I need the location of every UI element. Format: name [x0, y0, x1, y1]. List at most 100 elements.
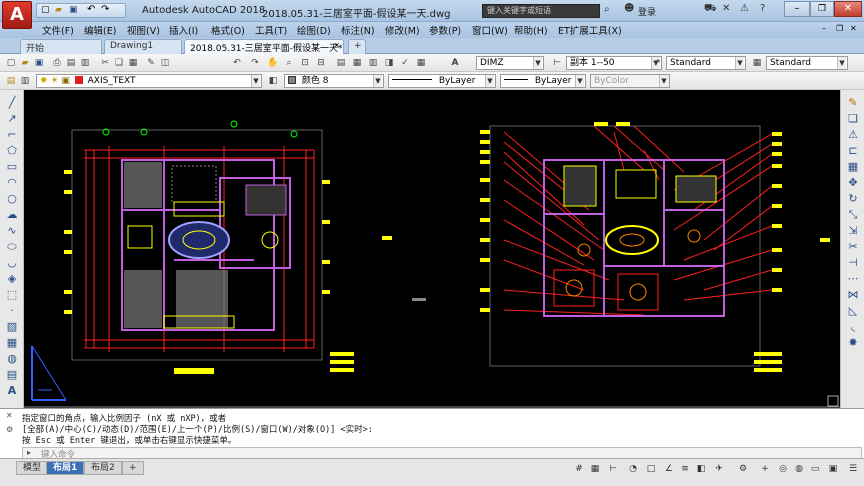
clean-screen-icon[interactable]: ▣ [826, 463, 840, 476]
restore-doc-icon[interactable]: – [822, 24, 826, 33]
block-editor-icon[interactable]: ◫ [158, 56, 172, 70]
publish-icon[interactable]: ▥ [78, 56, 92, 70]
customize-command-icon[interactable]: ⚙ [6, 425, 13, 434]
design-center-icon[interactable]: ▦ [350, 56, 364, 70]
save-icon[interactable]: ▣ [69, 5, 78, 15]
table-icon[interactable]: ▤ [5, 368, 19, 382]
ellipse-icon[interactable]: ⬭ [5, 240, 19, 254]
preview-icon[interactable]: ▤ [64, 56, 78, 70]
close-doc-icon[interactable]: ✕ [850, 24, 857, 33]
markup-icon[interactable]: ✓ [398, 56, 412, 70]
units-icon[interactable]: ◎ [776, 463, 790, 476]
menu-insert[interactable]: 插入(I) [169, 23, 198, 37]
dimstyle-icon[interactable]: ⊢ [550, 56, 564, 70]
stretch-icon[interactable]: ⇲ [846, 224, 860, 238]
otrack-icon[interactable]: ∠ [662, 463, 676, 476]
copy-object-icon[interactable]: ❏ [846, 112, 860, 126]
new-file-icon[interactable]: ▢ [41, 5, 50, 15]
drawing-canvas[interactable] [24, 90, 840, 408]
ellipse-arc-icon[interactable]: ◡ [5, 256, 19, 270]
open-file-icon[interactable]: ▰ [55, 5, 62, 15]
grid-icon[interactable]: # [572, 463, 586, 476]
trim-icon[interactable]: ✂ [846, 240, 860, 254]
table-style-icon[interactable]: ▦ [750, 56, 764, 70]
match-properties-icon[interactable]: ✎ [144, 56, 158, 70]
exchange-icon[interactable]: ✕ [722, 3, 730, 14]
paste-icon[interactable]: ▦ [126, 56, 140, 70]
point-icon[interactable]: · [5, 304, 19, 318]
lineweight-combo[interactable]: ByLayer ▼ [500, 74, 586, 88]
save-icon[interactable]: ▣ [32, 56, 46, 70]
extend-icon[interactable]: ⊣ [846, 256, 860, 270]
annotation-monitor-icon[interactable]: + [758, 463, 772, 476]
menu-express-tools[interactable]: ET扩展工具(X) [558, 23, 622, 37]
close-tab-icon[interactable]: ✕ [333, 41, 340, 50]
explode-icon[interactable]: ✸ [846, 336, 860, 350]
tool-palettes-icon[interactable]: ▥ [366, 56, 380, 70]
isolate-icon[interactable]: ◍ [792, 463, 806, 476]
circle-icon[interactable]: ○ [5, 192, 19, 206]
menu-parameter[interactable]: 参数(P) [429, 23, 461, 37]
tab-layout2[interactable]: 布局2 [84, 461, 122, 475]
autocad-logo-icon[interactable]: A [2, 1, 32, 29]
construction-line-icon[interactable]: ↗ [5, 112, 19, 126]
color-combo[interactable]: 颜色 8 ▼ [284, 74, 384, 88]
search-icon[interactable]: ⌕ [604, 4, 610, 15]
tab-model[interactable]: 模型 [16, 461, 49, 475]
offset-icon[interactable]: ⊏ [846, 144, 860, 158]
menu-format[interactable]: 格式(O) [211, 23, 245, 37]
fillet-icon[interactable]: ◟ [846, 320, 860, 334]
open-icon[interactable]: ▰ [18, 56, 32, 70]
user-icon[interactable]: ☻ [624, 3, 634, 14]
hatch-icon[interactable]: ▨ [5, 320, 19, 334]
hardware-icon[interactable]: ▭ [808, 463, 822, 476]
menu-help[interactable]: 帮助(H) [514, 23, 548, 37]
menu-draw[interactable]: 绘图(D) [297, 23, 331, 37]
erase-icon[interactable]: ✎ [846, 96, 860, 110]
layer-state-icon[interactable]: ▥ [18, 74, 32, 88]
break-icon[interactable]: ⋯ [846, 272, 860, 286]
menu-modify[interactable]: 修改(M) [385, 23, 420, 37]
snap-icon[interactable]: ▦ [588, 463, 602, 476]
join-icon[interactable]: ⋈ [846, 288, 860, 302]
help-icon[interactable]: ? [760, 3, 765, 14]
scale-combo[interactable]: 副本 1--50 ▼ [566, 56, 662, 70]
add-layout-button[interactable]: + [122, 461, 144, 475]
spline-icon[interactable]: ∿ [5, 224, 19, 238]
revision-cloud-icon[interactable]: ☁ [5, 208, 19, 222]
ortho-icon[interactable]: ⊢ [606, 463, 620, 476]
table-style-combo[interactable]: Standard ▼ [766, 56, 848, 70]
chamfer-icon[interactable]: ◺ [846, 304, 860, 318]
mirror-icon[interactable]: ⚠ [846, 128, 860, 142]
cart-icon[interactable]: ⛟ [704, 3, 717, 16]
insert-block-icon[interactable]: ◈ [5, 272, 19, 286]
text-style-icon[interactable]: A [448, 56, 462, 70]
sheet-set-icon[interactable]: ◨ [382, 56, 396, 70]
zoom-window-icon[interactable]: ⊡ [298, 56, 312, 70]
polyline-icon[interactable]: ⌐ [5, 128, 19, 142]
pan-icon[interactable]: ✋ [266, 56, 280, 70]
customize-icon[interactable]: ☰ [846, 463, 860, 476]
cut-icon[interactable]: ✂ [98, 56, 112, 70]
linetype-combo[interactable]: ByLayer ▼ [388, 74, 496, 88]
redo-icon[interactable]: ↷ [248, 56, 262, 70]
array-icon[interactable]: ▦ [846, 160, 860, 174]
zoom-realtime-icon[interactable]: ⌕ [282, 56, 296, 70]
move-icon[interactable]: ✥ [846, 176, 860, 190]
menu-view[interactable]: 视图(V) [127, 23, 160, 37]
dimension-style-combo[interactable]: DIMZ ▼ [476, 56, 544, 70]
close-icon[interactable]: ✕ [834, 1, 862, 17]
make-block-icon[interactable]: ⬚ [5, 288, 19, 302]
a360-icon[interactable]: ⚠ [740, 3, 749, 14]
arc-icon[interactable]: ◠ [5, 176, 19, 190]
menu-window[interactable]: 窗口(W) [472, 23, 508, 37]
plot-icon[interactable]: ⎙ [50, 56, 64, 70]
maximize-doc-icon[interactable]: ❐ [836, 24, 843, 33]
login-link[interactable]: 登录 [638, 5, 656, 18]
menu-edit[interactable]: 编辑(E) [84, 23, 116, 37]
layer-properties-icon[interactable]: ▤ [4, 74, 18, 88]
tab-current-drawing[interactable]: 2018.05.31-三居室平面-假设某一天* ✕ [184, 39, 344, 54]
layer-combo[interactable]: ✹ ☀ ▣ AXIS_TEXT ▼ [36, 74, 262, 88]
gradient-icon[interactable]: ▦ [5, 336, 19, 350]
line-icon[interactable]: ╱ [5, 96, 19, 110]
